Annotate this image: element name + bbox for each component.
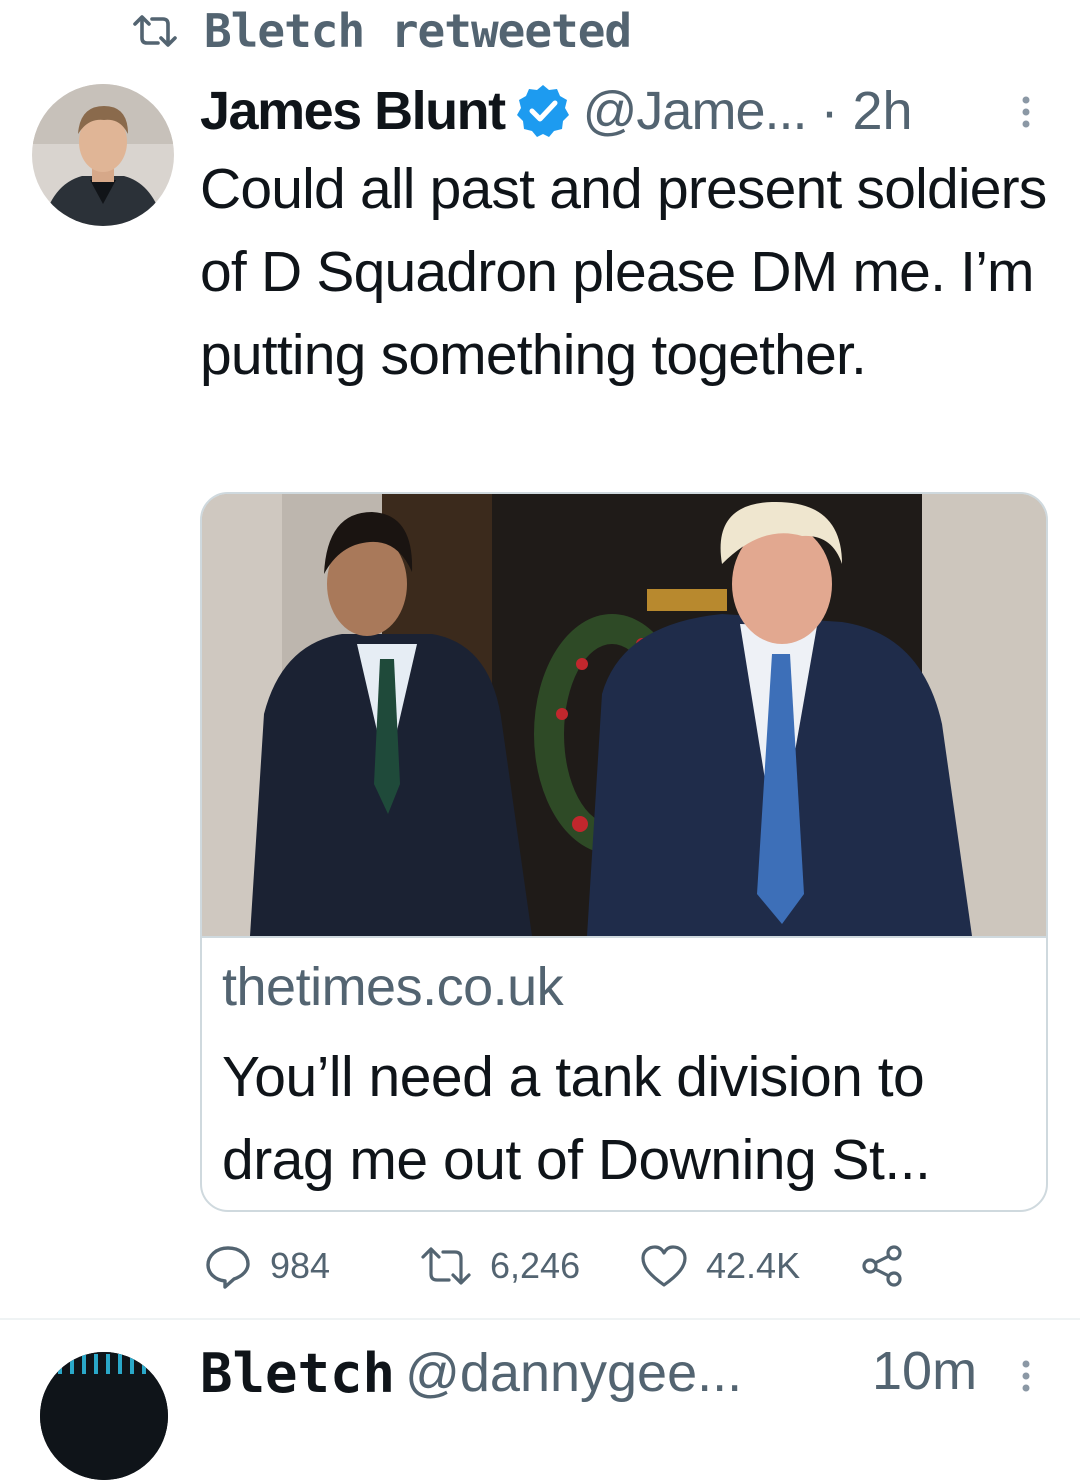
retweet-count: 6,246 [490, 1245, 581, 1286]
card-title: You’ll need a tank division to drag me o… [222, 1045, 931, 1192]
retweet-icon [133, 15, 177, 47]
next-tweet-header: Bletch @dannygee... [200, 1340, 742, 1406]
tweet-text: Could all past and present soldiers of D… [200, 157, 1047, 387]
author-handle[interactable]: @Jame... [583, 80, 808, 142]
share-button[interactable] [860, 1236, 904, 1296]
heart-icon [641, 1245, 687, 1287]
tweet-actions: 984 6,246 42.4K [200, 1236, 1060, 1296]
retweet-banner-text[interactable]: Bletch retweeted [204, 4, 632, 58]
card-domain: thetimes.co.uk [222, 957, 564, 1017]
next-author-handle[interactable]: @dannygee... [405, 1342, 742, 1404]
retweet-action-icon [421, 1247, 471, 1285]
tweet-divider [0, 1318, 1080, 1320]
header-separator: · [820, 81, 839, 141]
tweet-header: James Blunt @Jame... · 2h [200, 78, 913, 144]
next-author-avatar[interactable] [40, 1352, 168, 1480]
card-image [202, 494, 1046, 938]
next-tweet-timestamp[interactable]: 10m [872, 1340, 977, 1402]
reply-icon [206, 1246, 250, 1289]
retweet-banner: Bletch retweeted [132, 4, 632, 58]
next-more-options-icon[interactable] [1016, 1356, 1036, 1396]
reply-button[interactable]: 984 [204, 1236, 330, 1296]
link-card[interactable]: thetimes.co.uk You’ll need a tank divisi… [200, 492, 1048, 1212]
share-icon [862, 1245, 902, 1287]
verified-badge-icon [516, 85, 569, 137]
author-avatar[interactable] [32, 84, 174, 226]
like-count: 42.4K [706, 1245, 801, 1286]
retweet-button[interactable]: 6,246 [420, 1236, 580, 1296]
next-author-name[interactable]: Bletch [200, 1342, 395, 1405]
tweet-timestamp[interactable]: 2h [852, 80, 912, 142]
more-options-icon[interactable] [1016, 92, 1036, 132]
like-button[interactable]: 42.4K [640, 1236, 800, 1296]
author-name[interactable]: James Blunt [200, 80, 506, 142]
reply-count: 984 [270, 1245, 331, 1286]
